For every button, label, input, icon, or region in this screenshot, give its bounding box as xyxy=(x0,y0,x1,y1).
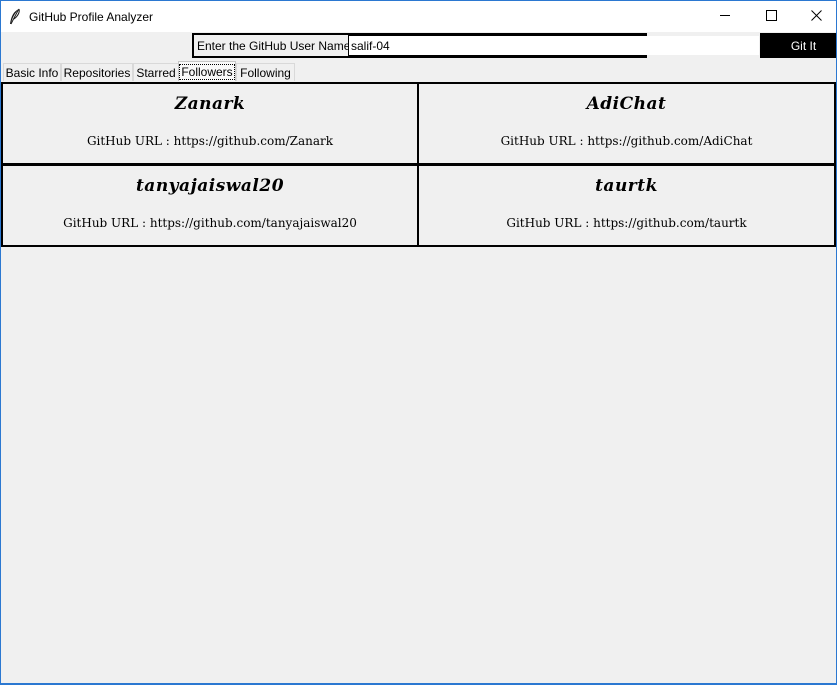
tab-following[interactable]: Following xyxy=(236,63,295,81)
minimize-icon xyxy=(719,8,731,26)
window-bottom-border xyxy=(1,683,836,684)
title-bar[interactable]: GitHub Profile Analyzer xyxy=(1,1,836,32)
followers-grid: Zanark GitHub URL : https://github.com/Z… xyxy=(1,82,836,247)
minimize-button[interactable] xyxy=(702,1,748,32)
search-bar: Enter the GitHub User Name Git It xyxy=(192,33,836,58)
tab-label: Starred xyxy=(136,65,176,80)
tab-starred[interactable]: Starred xyxy=(133,63,179,81)
tab-label: Repositories xyxy=(63,65,131,80)
close-button[interactable] xyxy=(793,1,836,32)
search-label: Enter the GitHub User Name xyxy=(194,35,350,56)
follower-card: taurtk GitHub URL : https://github.com/t… xyxy=(417,164,836,247)
window-title: GitHub Profile Analyzer xyxy=(29,10,154,24)
follower-name: tanyajaiswal20 xyxy=(135,176,285,196)
maximize-icon xyxy=(765,8,777,26)
app-window: GitHub Profile Analyzer Enter the GitHub… xyxy=(0,0,837,685)
follower-url: GitHub URL : https://github.com/taurtk xyxy=(506,216,747,230)
follower-url: GitHub URL : https://github.com/Zanark xyxy=(86,134,334,148)
follower-name: Zanark xyxy=(174,94,246,114)
maximize-button[interactable] xyxy=(748,1,794,32)
tab-basic-info[interactable]: Basic Info xyxy=(3,63,61,81)
tab-repositories[interactable]: Repositories xyxy=(61,63,133,81)
follower-name: AdiChat xyxy=(586,94,667,114)
follower-card: tanyajaiswal20 GitHub URL : https://gith… xyxy=(1,164,419,247)
tab-followers[interactable]: Followers xyxy=(178,61,236,81)
tab-label: Following xyxy=(240,65,291,80)
feather-icon xyxy=(8,8,22,26)
follower-url: GitHub URL : https://github.com/tanyajai… xyxy=(63,216,357,230)
follower-card: AdiChat GitHub URL : https://github.com/… xyxy=(417,82,836,165)
follower-card: Zanark GitHub URL : https://github.com/Z… xyxy=(1,82,419,165)
tab-label: Basic Info xyxy=(5,65,59,80)
username-input[interactable] xyxy=(349,36,759,55)
follower-url: GitHub URL : https://github.com/AdiChat xyxy=(500,134,753,148)
close-icon xyxy=(810,8,822,26)
git-it-button[interactable]: Git It xyxy=(760,33,836,58)
tab-label: Followers xyxy=(179,63,235,80)
follower-name: taurtk xyxy=(595,176,658,196)
